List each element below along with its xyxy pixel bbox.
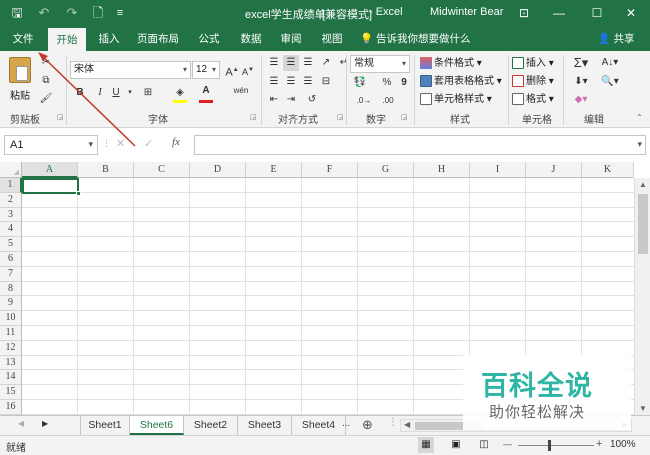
annotation-arrow [38, 52, 136, 147]
annotation-arrow-line [39, 53, 136, 147]
